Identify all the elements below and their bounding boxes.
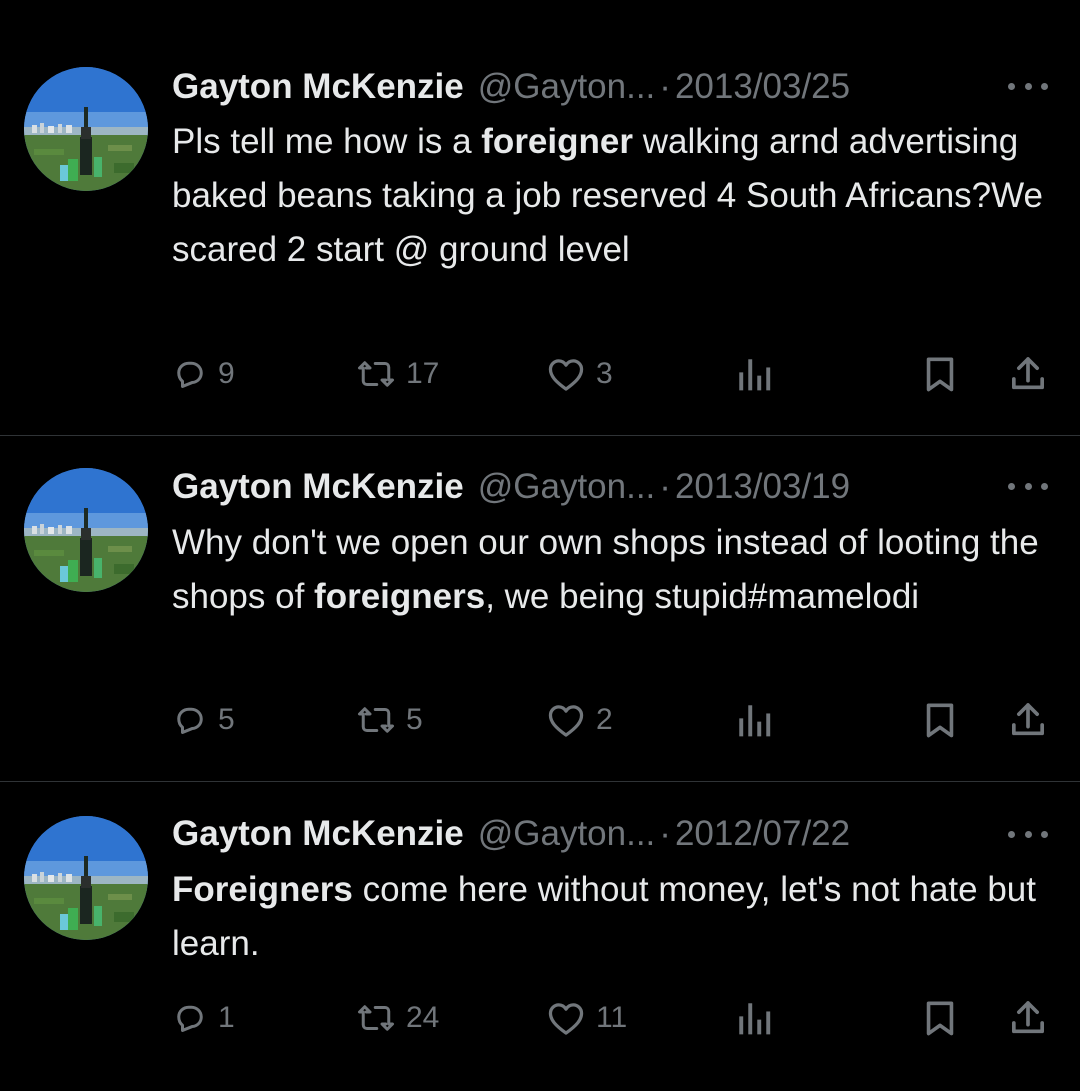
retweet-count: 17 <box>406 357 440 390</box>
like-count: 3 <box>596 357 613 390</box>
reply-icon <box>177 361 203 388</box>
views-button[interactable] <box>734 352 774 396</box>
retweet-icon <box>358 707 394 733</box>
views-icon <box>739 1003 771 1035</box>
tweet-text: Pls tell me how is a foreigner walking a… <box>172 115 1062 277</box>
reply-icon <box>177 707 203 734</box>
retweet-count: 24 <box>406 1001 440 1034</box>
share-icon <box>1012 1001 1044 1034</box>
retweet-button[interactable]: 24 <box>356 996 439 1040</box>
tweet[interactable]: Gayton McKenzie @Gayton... · 2013/03/19 … <box>0 436 1080 782</box>
share-button[interactable] <box>1008 698 1048 742</box>
retweet-button[interactable]: 17 <box>356 352 439 396</box>
reply-count: 9 <box>218 357 235 390</box>
like-icon <box>548 1003 584 1035</box>
like-count: 11 <box>596 1001 628 1034</box>
tweet-header: Gayton McKenzie @Gayton... · 2012/07/22 <box>172 812 1050 856</box>
share-icon <box>1012 357 1044 390</box>
tweet[interactable]: Gayton McKenzie @Gayton... · 2013/03/25 … <box>0 0 1080 436</box>
author-handle[interactable]: @Gayton... <box>478 812 656 856</box>
tweet-feed: Gayton McKenzie @Gayton... · 2013/03/25 … <box>0 0 1080 1091</box>
avatar[interactable] <box>24 468 148 592</box>
separator-dot: · <box>659 467 671 506</box>
author-name[interactable]: Gayton McKenzie <box>172 65 464 109</box>
like-icon <box>548 705 584 737</box>
author-name[interactable]: Gayton McKenzie <box>172 465 464 509</box>
avatar[interactable] <box>24 67 148 191</box>
reply-button[interactable]: 1 <box>172 996 235 1040</box>
share-icon <box>1012 703 1044 736</box>
tweet[interactable]: Gayton McKenzie @Gayton... · 2012/07/22 … <box>0 782 1080 1091</box>
author-handle[interactable]: @Gayton... <box>478 65 656 109</box>
tweet-actions: 9 17 3 <box>172 352 1056 396</box>
reply-button[interactable]: 9 <box>172 352 235 396</box>
reply-button[interactable]: 5 <box>172 698 235 742</box>
like-count: 2 <box>596 703 613 736</box>
tweet-header: Gayton McKenzie @Gayton... · 2013/03/19 <box>172 465 1050 509</box>
separator-dot: · <box>659 814 671 853</box>
reply-count: 5 <box>218 703 235 736</box>
views-icon <box>739 359 771 391</box>
avatar-image <box>24 816 148 940</box>
tweet-text: Foreigners come here without money, let'… <box>172 863 1062 971</box>
more-icon[interactable] <box>1008 824 1048 844</box>
share-button[interactable] <box>1008 996 1048 1040</box>
like-button[interactable]: 3 <box>546 352 613 396</box>
separator-dot: · <box>659 67 671 106</box>
views-icon <box>739 705 771 737</box>
tweet-text: Why don't we open our own shops instead … <box>172 516 1062 624</box>
avatar-image <box>24 67 148 191</box>
like-button[interactable]: 2 <box>546 698 613 742</box>
bookmark-button[interactable] <box>922 352 958 396</box>
like-icon <box>548 359 584 391</box>
like-button[interactable]: 11 <box>546 996 627 1040</box>
tweet-text-highlight: foreigner <box>481 122 633 161</box>
views-button[interactable] <box>734 996 774 1040</box>
reply-icon <box>177 1005 203 1032</box>
author-handle[interactable]: @Gayton... <box>478 465 656 509</box>
reply-count: 1 <box>218 1001 235 1034</box>
bookmark-icon <box>926 1001 954 1036</box>
tweet-actions: 1 24 11 <box>172 996 1056 1040</box>
retweet-icon <box>358 1005 394 1031</box>
bookmark-icon <box>926 703 954 738</box>
tweet-text-highlight: Foreigners <box>172 870 353 909</box>
tweet-text-highlight: foreigners <box>314 577 486 616</box>
views-button[interactable] <box>734 698 774 742</box>
avatar[interactable] <box>24 816 148 940</box>
retweet-button[interactable]: 5 <box>356 698 423 742</box>
author-name[interactable]: Gayton McKenzie <box>172 812 464 856</box>
tweet-header: Gayton McKenzie @Gayton... · 2013/03/25 <box>172 65 1050 109</box>
tweet-actions: 5 5 2 <box>172 698 1056 742</box>
avatar-image <box>24 468 148 592</box>
retweet-count: 5 <box>406 703 423 736</box>
share-button[interactable] <box>1008 352 1048 396</box>
tweet-text-part: Pls tell me how is a <box>172 122 482 161</box>
tweet-date[interactable]: 2013/03/19 <box>675 465 850 509</box>
more-icon[interactable] <box>1008 76 1048 96</box>
bookmark-button[interactable] <box>922 698 958 742</box>
bookmark-icon <box>926 357 954 392</box>
bookmark-button[interactable] <box>922 996 958 1040</box>
tweet-date[interactable]: 2013/03/25 <box>675 65 850 109</box>
tweet-text-part: , we being stupid#mamelodi <box>485 577 920 616</box>
more-icon[interactable] <box>1008 476 1048 496</box>
tweet-date[interactable]: 2012/07/22 <box>675 812 850 856</box>
retweet-icon <box>358 361 394 387</box>
